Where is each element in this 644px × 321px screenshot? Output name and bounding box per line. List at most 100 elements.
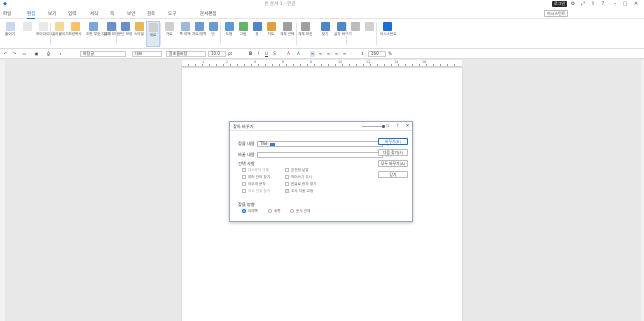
dialog-help-icon[interactable]: ? [395,124,400,129]
line-spacing-input[interactable]: 160 [368,51,386,57]
radio-icon[interactable] [290,209,294,213]
dialog-header[interactable]: 찾아 바꾸기 ▫ ? ✕ [230,122,412,131]
direction-radio[interactable]: 아래쪽 [242,209,258,214]
style-select[interactable]: 바탕글 [80,51,126,57]
checkbox-icon[interactable] [285,182,289,186]
strike-icon[interactable]: S [272,51,277,57]
replace-input[interactable]: ⌄ [257,152,383,158]
ribbon-button-select[interactable]: 개체 선택 [280,21,294,47]
ribbon-button-shape[interactable]: 도형 [222,21,236,47]
line-spacing-icon[interactable]: ↕ [360,51,365,57]
ribbon-button-para-shape[interactable]: 문단 모양 [118,21,132,47]
checkbox-icon[interactable] [242,189,246,193]
menu-format[interactable]: 서식 [90,11,98,17]
print-icon[interactable]: ⎙ [46,51,51,57]
align-left-icon[interactable]: ≡ [318,51,323,57]
expand-icon[interactable]: ⤢ [580,1,586,7]
align-right-icon[interactable]: ≡ [334,51,339,57]
font-select[interactable]: 함초롬바탕 [166,51,206,57]
ribbon-button-highlight[interactable]: 하이라이트 [36,21,53,47]
redo-icon[interactable]: ↷ [12,51,17,57]
ribbon-button-eraser[interactable]: 조판 부호 지우기 [86,21,111,47]
menu-insert[interactable]: 입력 [68,11,76,17]
language-select[interactable]: 대표 [132,51,162,57]
replace-button[interactable]: 바꾸기(R) [378,138,408,145]
ribbon-button-sparkle[interactable]: 어시스턴트 [380,21,397,47]
menu-review[interactable]: 검토 [147,11,155,17]
option-checkbox[interactable]: 한글로 한자 찾기 [285,182,316,187]
align-distribute-icon[interactable]: ≡ [342,51,347,57]
settings-icon[interactable]: ⚙ [570,1,576,7]
ribbon-button-table[interactable]: 표 [250,21,264,47]
menu-security[interactable]: 보안 [127,11,135,17]
direction-radio[interactable]: 문서 전체 [290,209,310,214]
ribbon-button-style[interactable]: 스타일 [132,21,146,47]
share-icon[interactable]: ⇪ [590,1,596,7]
preview-icon[interactable]: ⌕ [58,51,63,57]
pin-icon[interactable]: ▫ [385,124,390,129]
radio-icon[interactable] [268,209,272,213]
close-button[interactable]: 닫기 [378,171,408,178]
ribbon-button-paste-special[interactable]: 골라붙이기 [52,21,69,47]
maximize-icon[interactable]: ▢ [622,1,628,7]
check-icon[interactable]: ✓ [285,189,289,193]
ribbon-button-vertical[interactable]: 세로 [146,21,160,47]
ribbon-button-grid[interactable] [348,21,362,47]
option-checkbox[interactable]: 아무개 문자 [242,182,266,187]
direction-radio[interactable]: 위쪽 [268,209,281,214]
align-center-icon[interactable]: ≡ [326,51,331,57]
assistant-button[interactable]: 어시스턴트 [544,10,569,17]
ribbon-button-bar-chart[interactable]: 차트 [264,21,278,47]
save-icon[interactable]: ▣ [34,51,39,57]
replace-all-button[interactable]: 모두 바꾸기(A) [378,160,408,167]
menu-view[interactable]: 보기 [48,11,56,17]
checkbox-icon[interactable] [285,168,289,172]
underline-icon[interactable]: U [264,51,269,57]
ribbon-button-paste[interactable]: 붙이기 [3,21,17,47]
open-icon[interactable]: ▭ [22,51,27,57]
option-checkbox[interactable]: 여러 단어 찾기 [242,175,270,180]
menu-document-edit[interactable]: 문서편집 [200,11,217,17]
checkbox-icon[interactable] [242,182,246,186]
option-checkbox[interactable]: 온전한 낱말 [285,168,309,173]
ribbon-button-protect[interactable]: 개체 보호 [298,21,312,47]
checkbox-icon[interactable] [242,168,246,172]
ribbon-button-margin[interactable]: 쪽 여백 [178,21,192,47]
ribbon-button-image[interactable]: 그림 [236,21,250,47]
option-checkbox[interactable]: 띄어쓰기 무시 [285,175,312,180]
ribbon-button-link[interactable] [362,21,376,47]
checkbox-icon[interactable] [242,175,246,179]
menu-tools[interactable]: 도구 [168,11,176,17]
font-color-icon[interactable]: A [286,51,291,57]
minimize-icon[interactable]: – [612,1,618,7]
option-checkbox[interactable]: 자소 단위 찾기 [242,189,270,194]
dialog-close-icon[interactable]: ✕ [405,124,410,129]
ribbon-button-scissors[interactable] [20,21,34,47]
ribbon-button-find[interactable]: 찾기 [318,21,332,47]
undo-icon[interactable]: ↶ [3,51,8,57]
horizontal-ruler[interactable]: 1 2 4 6 8 10 12 14 16 [182,60,462,67]
font-size-input[interactable]: 10.0 [208,51,226,57]
close-icon[interactable]: ✕ [633,1,639,7]
option-checkbox[interactable]: ✓ 조사 자동 교정 [285,189,313,194]
align-justify-icon[interactable]: ≡ [310,51,315,57]
help-icon[interactable]: ? [600,1,606,7]
ribbon-button-horizontal[interactable]: 가로 [162,21,176,47]
ribbon-button-format-copy[interactable]: 모양복사 [68,21,82,47]
checkbox-icon[interactable] [285,175,289,179]
menu-edit[interactable]: 편집 [27,11,36,19]
ribbon-label: 하이라이트 [36,32,53,36]
find-next-button[interactable]: 다음 찾기(F) [378,149,408,156]
ribbon-button-column[interactable]: 단 [206,21,220,47]
bold-icon[interactable]: B [248,51,253,57]
highlight-color-icon[interactable]: A [296,51,301,57]
transparency-slider[interactable] [362,124,385,128]
menu-file[interactable]: 파일 [3,11,11,17]
menu-page[interactable]: 쪽 [110,11,114,17]
radio-icon[interactable] [242,209,246,213]
find-input[interactable]: The ⌄ [257,141,383,147]
option-checkbox[interactable]: 대소문자 구별 [242,168,269,173]
italic-icon[interactable]: I [256,51,261,57]
login-button[interactable]: 로그인 [552,1,568,7]
ribbon-button-chart[interactable]: 차트/영역 [192,21,206,47]
